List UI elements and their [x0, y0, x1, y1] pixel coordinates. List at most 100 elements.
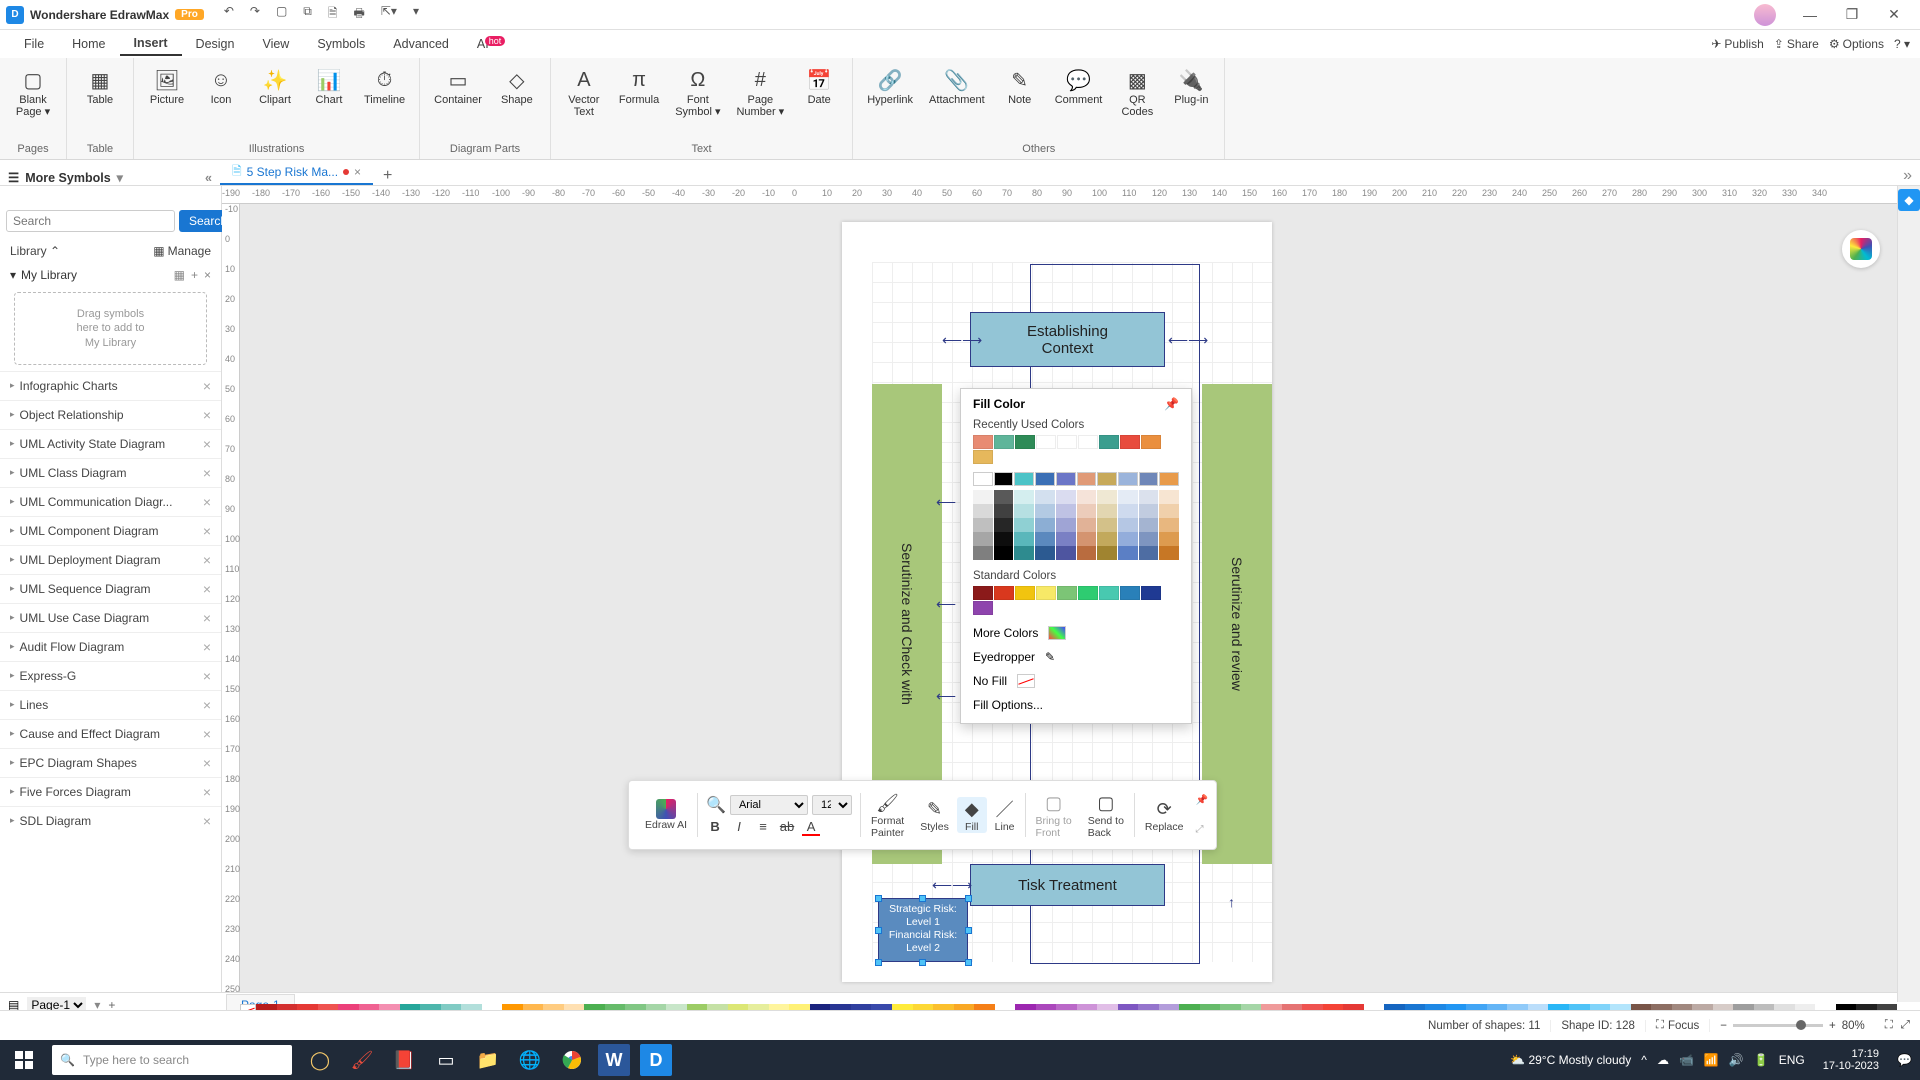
collapse-right-icon[interactable]: »	[1895, 167, 1920, 185]
os-search-input[interactable]: 🔍 Type here to search	[52, 1045, 292, 1075]
color-swatch[interactable]	[1118, 546, 1138, 560]
tray-clock[interactable]: 17:1917-10-2023	[1815, 1048, 1887, 1072]
menu-view[interactable]: View	[248, 33, 303, 55]
category-close-icon[interactable]: ×	[203, 726, 211, 742]
qat-print-button[interactable]: 🖶	[350, 2, 369, 27]
color-swatch[interactable]	[1141, 586, 1161, 600]
color-swatch[interactable]	[1035, 518, 1055, 532]
fit-page-button[interactable]: ⛶	[1885, 1019, 1893, 1032]
qat-new-button[interactable]: ▢	[272, 2, 291, 27]
box-establishing-context[interactable]: Establishing Context	[970, 312, 1165, 367]
taskbar-edrawmax-icon[interactable]: D	[640, 1044, 672, 1076]
close-button[interactable]: ✕	[1874, 6, 1914, 23]
redo-button[interactable]: ↷	[246, 2, 264, 27]
color-swatch[interactable]	[973, 518, 993, 532]
ribbon-vector-text-button[interactable]: AVector Text	[559, 62, 609, 141]
category-close-icon[interactable]: ×	[203, 552, 211, 568]
tray-meet-icon[interactable]: 📹	[1679, 1053, 1694, 1067]
color-swatch[interactable]	[1015, 586, 1035, 600]
ribbon-icon-button[interactable]: ☺Icon	[196, 62, 246, 141]
toolbar-pin-icon[interactable]: 📌	[1195, 795, 1207, 806]
color-swatch[interactable]	[994, 472, 1014, 486]
tray-onedrive-icon[interactable]: ☁	[1657, 1053, 1669, 1067]
focus-button[interactable]: ⛶ Focus	[1646, 1019, 1710, 1032]
ribbon-timeline-button[interactable]: ⏱Timeline	[358, 62, 411, 141]
search-input[interactable]	[6, 210, 175, 232]
replace-button[interactable]: ⟳Replace	[1137, 797, 1192, 833]
category-close-icon[interactable]: ×	[203, 494, 211, 510]
category-close-icon[interactable]: ×	[203, 639, 211, 655]
color-swatch[interactable]	[1159, 472, 1179, 486]
color-swatch[interactable]	[973, 586, 993, 600]
minimize-button[interactable]: —	[1790, 7, 1830, 23]
options-button[interactable]: ⚙ Options	[1829, 37, 1884, 51]
color-swatch[interactable]	[1078, 435, 1098, 449]
tray-battery-icon[interactable]: 🔋	[1754, 1053, 1769, 1067]
italic-button[interactable]: I	[730, 819, 748, 836]
color-swatch[interactable]	[1097, 532, 1117, 546]
color-swatch[interactable]	[994, 518, 1014, 532]
color-swatch[interactable]	[973, 532, 993, 546]
color-swatch[interactable]	[1159, 490, 1179, 504]
strikethrough-button[interactable]: ab	[778, 819, 796, 836]
send-to-back-button[interactable]: ▢Send to Back	[1080, 791, 1132, 839]
category-item[interactable]: ▸UML Component Diagram×	[0, 516, 221, 545]
color-swatch[interactable]	[1097, 472, 1117, 486]
zoom-value[interactable]: 80%	[1842, 1020, 1865, 1032]
font-size-select[interactable]: 12	[812, 795, 852, 815]
color-swatch[interactable]	[1120, 435, 1140, 449]
ribbon-picture-button[interactable]: 🖼Picture	[142, 62, 192, 141]
category-item[interactable]: ▸Lines×	[0, 690, 221, 719]
tray-overflow-icon[interactable]: ^	[1641, 1053, 1647, 1067]
menu-advanced[interactable]: Advanced	[379, 33, 463, 55]
taskbar-word-icon[interactable]: W	[598, 1044, 630, 1076]
new-tab-button[interactable]: +	[373, 167, 402, 185]
fill-options-button[interactable]: Fill Options...	[961, 693, 1191, 717]
category-close-icon[interactable]: ×	[203, 784, 211, 800]
color-swatch[interactable]	[1078, 586, 1098, 600]
color-swatch[interactable]	[1099, 586, 1119, 600]
ribbon-formula-button[interactable]: πFormula	[613, 62, 665, 141]
weather-widget[interactable]: ⛅ 29°C Mostly cloudy	[1510, 1053, 1631, 1067]
collapse-left-icon[interactable]: «	[205, 171, 212, 185]
line-button[interactable]: ／Line	[987, 797, 1023, 833]
category-item[interactable]: ▸Infographic Charts×	[0, 371, 221, 400]
ribbon-font-symbol--button[interactable]: ΩFont Symbol ▾	[669, 62, 726, 141]
no-fill-button[interactable]: No Fill	[961, 669, 1191, 693]
category-item[interactable]: ▸SDL Diagram×	[0, 806, 221, 835]
taskbar-app2-icon[interactable]: 📕	[384, 1040, 424, 1080]
menu-home[interactable]: Home	[58, 33, 119, 55]
category-close-icon[interactable]: ×	[203, 668, 211, 684]
format-painter-button[interactable]: 🖌Format Painter	[863, 791, 912, 839]
ribbon-attachment-button[interactable]: 📎Attachment	[923, 62, 991, 141]
category-item[interactable]: ▸EPC Diagram Shapes×	[0, 748, 221, 777]
selected-note[interactable]: Strategic Risk: Level 1 Financial Risk: …	[878, 898, 968, 962]
color-swatch[interactable]	[1159, 504, 1179, 518]
color-swatch[interactable]	[973, 504, 993, 518]
color-swatch[interactable]	[1118, 472, 1138, 486]
color-swatch[interactable]	[1035, 546, 1055, 560]
taskbar-edge-icon[interactable]: 🌐	[510, 1040, 550, 1080]
category-item[interactable]: ▸UML Communication Diagr...×	[0, 487, 221, 516]
tray-wifi-icon[interactable]: 📶	[1704, 1053, 1719, 1067]
fullscreen-button[interactable]: ⤢	[1901, 1019, 1910, 1032]
maximize-button[interactable]: ❐	[1832, 6, 1872, 23]
color-swatch[interactable]	[1036, 435, 1056, 449]
color-swatch[interactable]	[994, 532, 1014, 546]
zoom-out-button[interactable]: −	[1720, 1020, 1727, 1032]
taskbar-explorer-icon[interactable]: 📁	[468, 1040, 508, 1080]
ribbon-date-button[interactable]: 📅Date	[794, 62, 844, 141]
color-swatch[interactable]	[1014, 504, 1034, 518]
color-swatch[interactable]	[1077, 504, 1097, 518]
ribbon-comment-button[interactable]: 💬Comment	[1049, 62, 1109, 141]
color-swatch[interactable]	[973, 435, 993, 449]
ribbon-clipart-button[interactable]: ✨Clipart	[250, 62, 300, 141]
color-swatch[interactable]	[1139, 504, 1159, 518]
color-swatch[interactable]	[1056, 532, 1076, 546]
ribbon-plug-in-button[interactable]: 🔌Plug-in	[1166, 62, 1216, 141]
color-swatch[interactable]	[1120, 586, 1140, 600]
taskbar-cortana-icon[interactable]: ◯	[300, 1040, 340, 1080]
bring-to-front-button[interactable]: ▢Bring to Front	[1028, 791, 1080, 839]
category-item[interactable]: ▸Cause and Effect Diagram×	[0, 719, 221, 748]
pin-icon[interactable]: 📌	[1164, 397, 1179, 411]
